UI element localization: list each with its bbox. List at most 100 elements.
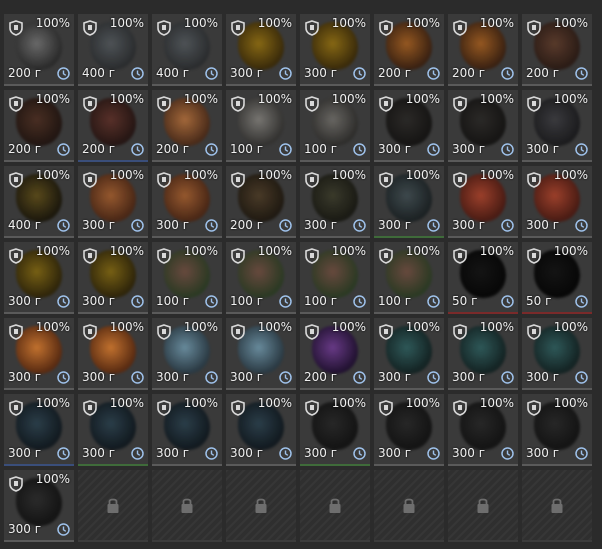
clock-icon: [353, 219, 366, 232]
durability-label: 100%: [553, 92, 588, 106]
clock-icon: [279, 219, 292, 232]
lock-icon: [551, 498, 563, 513]
inventory-slot[interactable]: 100% 300 г: [4, 470, 74, 542]
inventory-slot[interactable]: 100% 300 г: [152, 394, 222, 466]
clock-icon: [427, 447, 440, 460]
inventory-slot[interactable]: 100% 200 г: [152, 90, 222, 162]
inventory-slot[interactable]: 100% 300 г: [226, 394, 296, 466]
inventory-slot[interactable]: 100% 100 г: [374, 242, 444, 314]
inventory-slot[interactable]: 100% 200 г: [300, 318, 370, 390]
inventory-slot[interactable]: 100% 300 г: [522, 318, 592, 390]
clock-icon: [205, 295, 218, 308]
inventory-slot[interactable]: 100% 200 г: [448, 14, 518, 86]
inventory-slot[interactable]: 100% 300 г: [448, 318, 518, 390]
price-label: 100 г: [378, 294, 412, 308]
inventory-slot[interactable]: 100% 300 г: [4, 394, 74, 466]
shield-icon: [379, 96, 393, 112]
clock-icon: [131, 219, 144, 232]
inventory-slot[interactable]: 100% 200 г: [374, 14, 444, 86]
locked-slot: [374, 470, 444, 542]
inventory-slot[interactable]: 100% 300 г: [448, 90, 518, 162]
inventory-slot[interactable]: 100% 300 г: [374, 166, 444, 238]
price-label: 100 г: [304, 294, 338, 308]
inventory-slot[interactable]: 100% 300 г: [78, 318, 148, 390]
clock-icon: [131, 67, 144, 80]
inventory-slot[interactable]: 100% 50 г: [522, 242, 592, 314]
inventory-slot[interactable]: 100% 100 г: [152, 242, 222, 314]
inventory-slot[interactable]: 100% 200 г: [78, 90, 148, 162]
clock-icon: [279, 447, 292, 460]
shield-icon: [453, 248, 467, 264]
durability-label: 100%: [35, 168, 70, 182]
durability-label: 100%: [183, 16, 218, 30]
inventory-slot[interactable]: 100% 300 г: [4, 242, 74, 314]
clock-icon: [353, 371, 366, 384]
shield-icon: [83, 96, 97, 112]
inventory-slot[interactable]: 100% 400 г: [152, 14, 222, 86]
shield-icon: [231, 248, 245, 264]
inventory-slot[interactable]: 100% 300 г: [374, 394, 444, 466]
inventory-slot[interactable]: 100% 100 г: [226, 90, 296, 162]
durability-label: 100%: [257, 396, 292, 410]
inventory-slot[interactable]: 100% 200 г: [4, 90, 74, 162]
price-label: 300 г: [378, 446, 412, 460]
durability-label: 100%: [109, 396, 144, 410]
inventory-slot[interactable]: 100% 300 г: [522, 90, 592, 162]
shield-icon: [83, 20, 97, 36]
inventory-slot[interactable]: 100% 300 г: [4, 318, 74, 390]
inventory-slot[interactable]: 100% 300 г: [78, 242, 148, 314]
durability-label: 100%: [331, 92, 366, 106]
durability-label: 100%: [109, 92, 144, 106]
inventory-slot[interactable]: 100% 400 г: [78, 14, 148, 86]
price-label: 300 г: [8, 294, 42, 308]
inventory-slot[interactable]: 100% 100 г: [300, 242, 370, 314]
inventory-slot[interactable]: 100% 300 г: [300, 14, 370, 86]
inventory-slot[interactable]: 100% 100 г: [300, 90, 370, 162]
inventory-slot[interactable]: 100% 300 г: [300, 166, 370, 238]
durability-label: 100%: [479, 244, 514, 258]
inventory-slot[interactable]: 100% 300 г: [78, 394, 148, 466]
inventory-slot[interactable]: 100% 300 г: [522, 166, 592, 238]
clock-icon: [205, 67, 218, 80]
price-label: 100 г: [230, 142, 264, 156]
inventory-slot[interactable]: 100% 400 г: [4, 166, 74, 238]
clock-icon: [57, 371, 70, 384]
inventory-slot[interactable]: 100% 300 г: [374, 90, 444, 162]
durability-label: 100%: [331, 168, 366, 182]
shield-icon: [453, 96, 467, 112]
price-label: 300 г: [82, 370, 116, 384]
inventory-slot[interactable]: 100% 100 г: [226, 242, 296, 314]
durability-label: 100%: [405, 168, 440, 182]
clock-icon: [279, 67, 292, 80]
durability-label: 100%: [479, 320, 514, 334]
inventory-slot[interactable]: 100% 300 г: [78, 166, 148, 238]
inventory-slot[interactable]: 100% 200 г: [522, 14, 592, 86]
price-label: 100 г: [304, 142, 338, 156]
clock-icon: [427, 219, 440, 232]
inventory-slot[interactable]: 100% 300 г: [152, 318, 222, 390]
inventory-slot[interactable]: 100% 300 г: [152, 166, 222, 238]
inventory-slot[interactable]: 100% 300 г: [226, 318, 296, 390]
inventory-slot[interactable]: 100% 300 г: [300, 394, 370, 466]
clock-icon: [57, 219, 70, 232]
inventory-slot[interactable]: 100% 200 г: [226, 166, 296, 238]
durability-label: 100%: [257, 16, 292, 30]
durability-label: 100%: [35, 320, 70, 334]
inventory-slot[interactable]: 100% 50 г: [448, 242, 518, 314]
shield-icon: [83, 324, 97, 340]
inventory-slot[interactable]: 100% 300 г: [522, 394, 592, 466]
price-label: 300 г: [304, 446, 338, 460]
inventory-slot[interactable]: 100% 300 г: [448, 166, 518, 238]
clock-icon: [575, 219, 588, 232]
inventory-slot[interactable]: 100% 300 г: [226, 14, 296, 86]
inventory-slot[interactable]: 100% 300 г: [448, 394, 518, 466]
shield-icon: [453, 324, 467, 340]
clock-icon: [57, 295, 70, 308]
clock-icon: [501, 67, 514, 80]
price-label: 300 г: [452, 370, 486, 384]
inventory-slot[interactable]: 100% 200 г: [4, 14, 74, 86]
clock-icon: [57, 447, 70, 460]
inventory-slot[interactable]: 100% 300 г: [374, 318, 444, 390]
durability-label: 100%: [35, 396, 70, 410]
durability-label: 100%: [183, 320, 218, 334]
